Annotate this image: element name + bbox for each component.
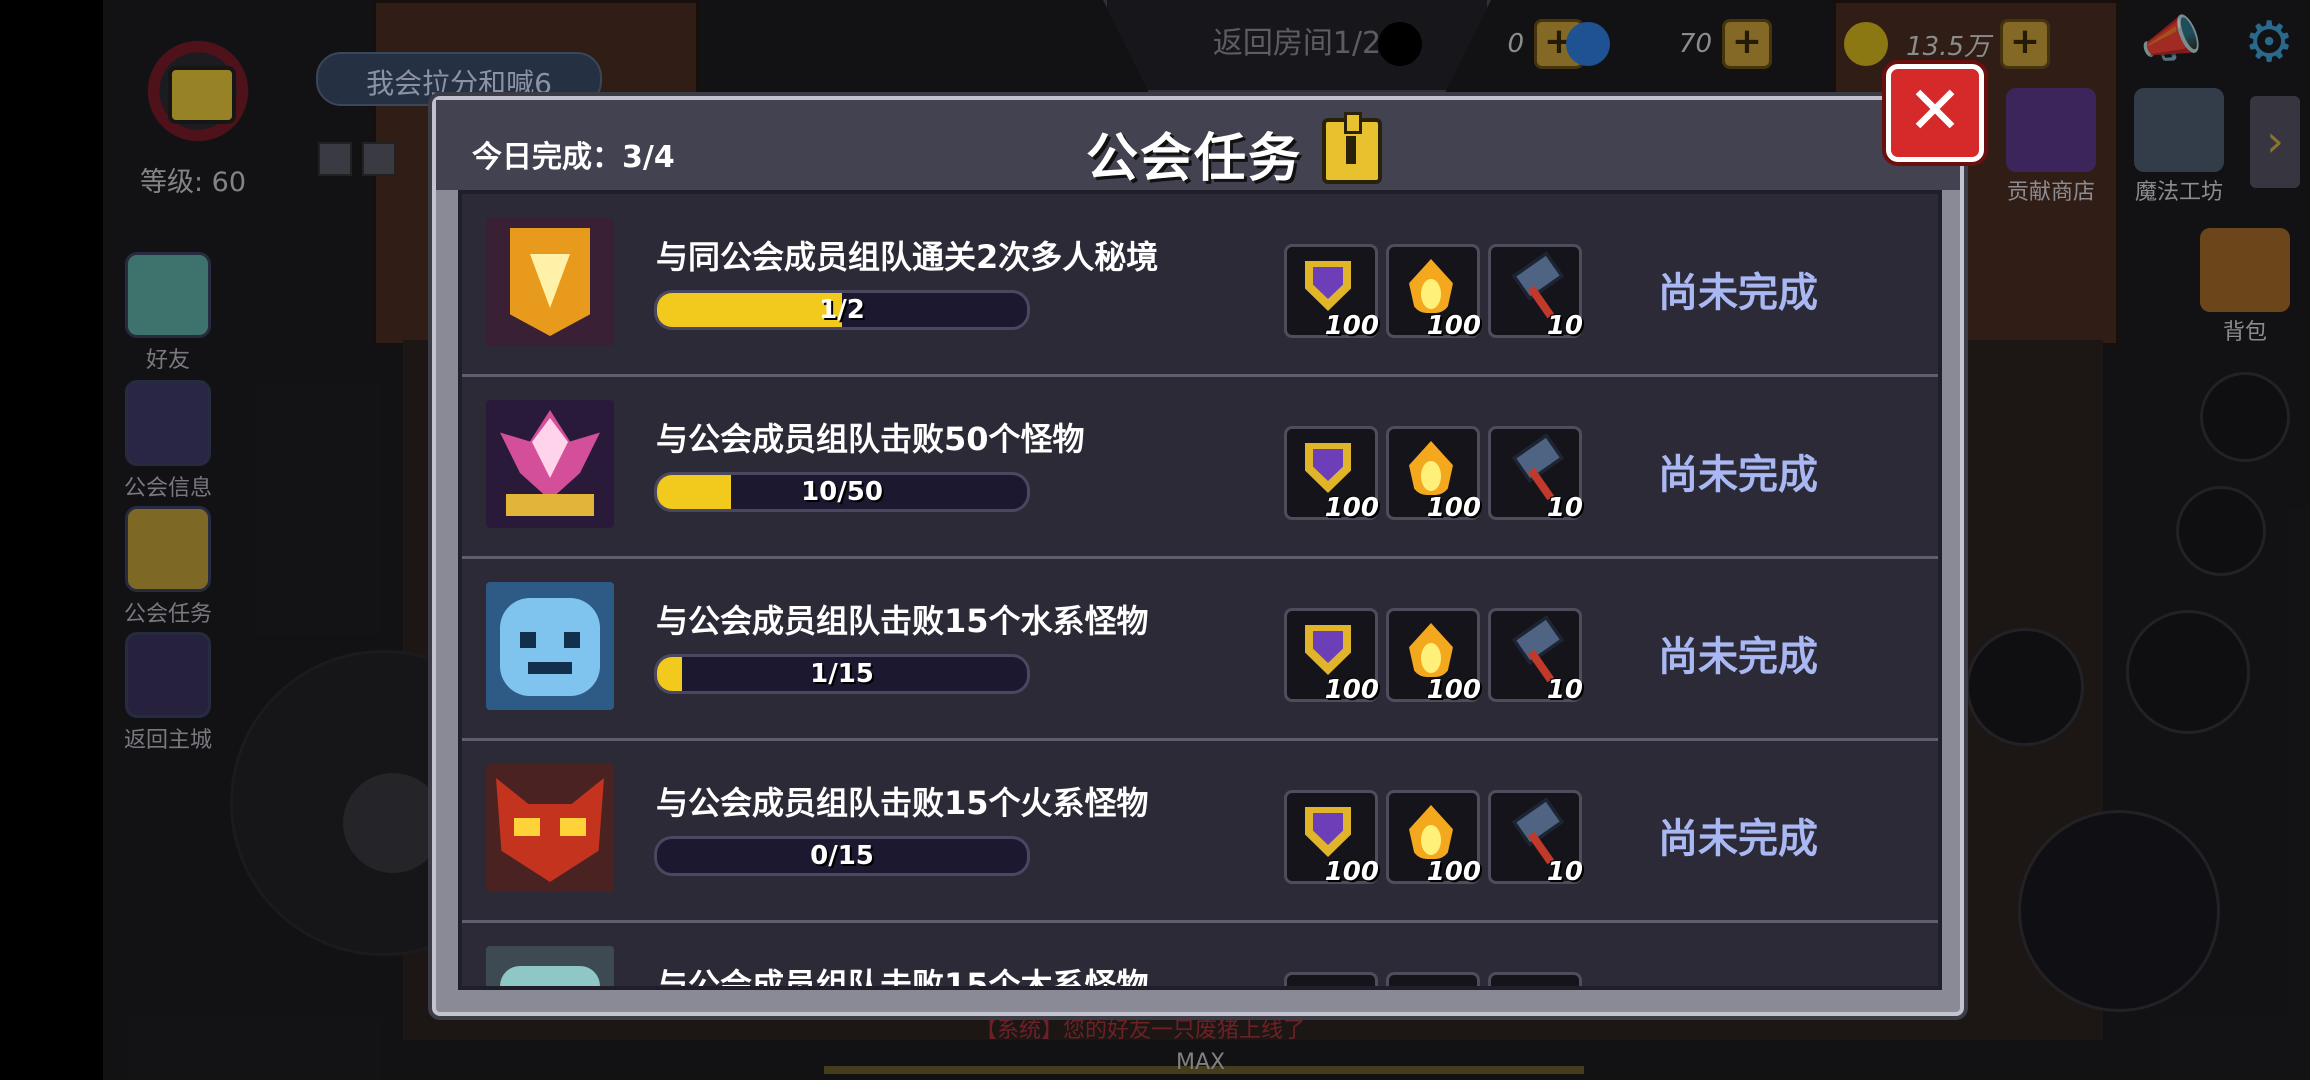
task-row: 与公会成员组队击败50个怪物 10/50 100 100 10 尚未完成 <box>462 376 1938 559</box>
guild-shield-icon <box>1305 443 1351 493</box>
reward-count: 100 <box>1324 311 1379 341</box>
reward-slot[interactable]: 100 <box>1284 608 1379 705</box>
task-row: 与同公会成员组队通关2次多人秘境 1/2 100 100 10 尚未完成 <box>462 194 1938 377</box>
today-complete-count: 今日完成：3/4 <box>472 140 675 175</box>
hammer-icon <box>1505 805 1563 863</box>
reward-slot[interactable]: 10 <box>1488 608 1583 705</box>
reward-count: 10 <box>1546 493 1583 523</box>
task-progress-bar: 1/2 <box>654 290 1030 330</box>
reward-slot[interactable] <box>1386 972 1480 986</box>
dungeon-banner-icon <box>486 218 614 346</box>
task-name: 与公会成员组队击败50个怪物 <box>656 420 1085 458</box>
task-row: 与公会成员组队击败15个火系怪物 0/15 100 100 10 尚未完成 <box>462 740 1938 923</box>
flame-icon <box>1409 805 1453 859</box>
guild-tasks-dialog: 今日完成：3/4 公会任务 与同公会成员组队通关2次多人秘境 1/2 100 1… <box>432 96 1964 1016</box>
reward-count: 100 <box>1426 493 1481 523</box>
lotus-monster-icon <box>486 400 614 528</box>
task-name: 与公会成员组队击败15个水系怪物 <box>656 602 1149 640</box>
flame-icon <box>1409 259 1453 313</box>
reward-slot[interactable]: 100 <box>1284 426 1379 523</box>
progress-label: 1/2 <box>819 295 865 325</box>
flame-icon <box>1409 441 1453 495</box>
flame-icon <box>1409 623 1453 677</box>
reward-slot[interactable] <box>1284 972 1378 986</box>
dialog-title: 公会任务 <box>1086 129 1303 189</box>
reward-slot[interactable] <box>1488 972 1582 986</box>
guild-shield-icon <box>1305 261 1351 311</box>
hammer-icon <box>1505 259 1563 317</box>
reward-count: 100 <box>1324 493 1379 523</box>
task-progress-bar: 10/50 <box>654 472 1030 512</box>
guild-task-icon <box>1322 112 1382 184</box>
wood-monster-icon <box>486 946 614 986</box>
guild-shield-icon <box>1305 625 1351 675</box>
reward-count: 100 <box>1426 857 1481 887</box>
reward-count: 10 <box>1546 675 1583 705</box>
progress-label: 1/15 <box>810 659 874 689</box>
water-slime-icon <box>486 582 614 710</box>
progress-label: 0/15 <box>810 841 874 871</box>
reward-slot[interactable]: 100 <box>1284 790 1379 887</box>
reward-count: 100 <box>1324 857 1379 887</box>
reward-slot[interactable]: 100 <box>1386 244 1481 341</box>
reward-count: 100 <box>1324 675 1379 705</box>
task-status: 尚未完成 <box>1658 634 1818 680</box>
task-status: 尚未完成 <box>1658 270 1818 316</box>
reward-count: 100 <box>1426 311 1481 341</box>
task-row: 与公会成员组队击败15个水系怪物 1/15 100 100 10 尚未完成 <box>462 558 1938 741</box>
progress-label: 10/50 <box>801 477 883 507</box>
dialog-header: 今日完成：3/4 公会任务 <box>436 100 1960 190</box>
reward-slot[interactable]: 100 <box>1284 244 1379 341</box>
task-name: 与同公会成员组队通关2次多人秘境 <box>656 238 1159 276</box>
task-name: 与公会成员组队击败15个火系怪物 <box>656 784 1149 822</box>
task-list[interactable]: 与同公会成员组队通关2次多人秘境 1/2 100 100 10 尚未完成 与公会… <box>458 190 1942 990</box>
reward-slot[interactable]: 10 <box>1488 426 1583 523</box>
reward-slot[interactable]: 100 <box>1386 790 1481 887</box>
reward-slot[interactable]: 100 <box>1386 426 1481 523</box>
reward-count: 10 <box>1546 311 1583 341</box>
reward-count: 10 <box>1546 857 1583 887</box>
hammer-icon <box>1505 623 1563 681</box>
task-row: 与公会成员组队击败15个木系怪物 <box>462 922 1938 990</box>
task-status: 尚未完成 <box>1658 452 1818 498</box>
reward-count: 100 <box>1426 675 1481 705</box>
fire-demon-icon <box>486 764 614 892</box>
guild-shield-icon <box>1305 807 1351 857</box>
task-status: 尚未完成 <box>1658 816 1818 862</box>
hammer-icon <box>1505 441 1563 499</box>
task-progress-bar: 0/15 <box>654 836 1030 876</box>
reward-slot[interactable]: 100 <box>1386 608 1481 705</box>
close-icon: ✕ <box>1907 72 1963 149</box>
task-progress-bar: 1/15 <box>654 654 1030 694</box>
task-name: 与公会成员组队击败15个木系怪物 <box>656 966 1149 990</box>
close-dialog-button[interactable]: ✕ <box>1886 64 1984 162</box>
reward-slot[interactable]: 10 <box>1488 244 1583 341</box>
reward-slot[interactable]: 10 <box>1488 790 1583 887</box>
